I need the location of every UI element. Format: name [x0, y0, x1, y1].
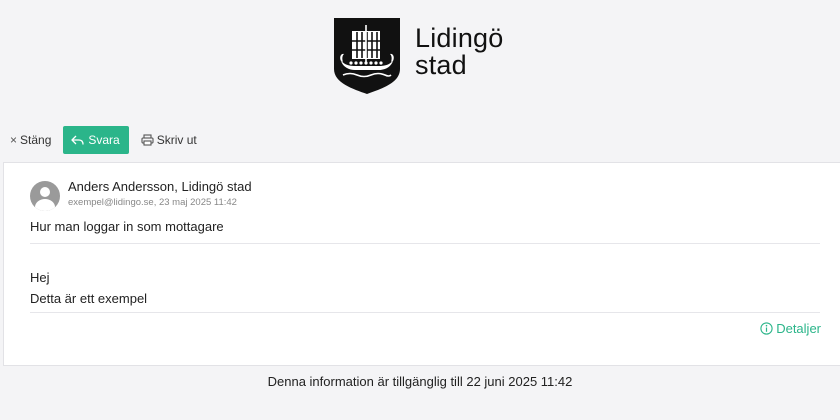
divider — [30, 312, 820, 313]
message-subject: Hur man loggar in som mottagare — [30, 219, 224, 234]
close-button[interactable]: × Stäng — [10, 126, 51, 154]
logo-line-2: stad — [415, 50, 467, 80]
availability-notice: Denna information är tillgänglig till 22… — [267, 374, 573, 389]
reply-button[interactable]: Svara — [63, 126, 129, 154]
printer-icon — [141, 134, 154, 146]
print-label: Skriv ut — [156, 133, 197, 147]
reply-icon — [71, 135, 85, 145]
info-icon — [760, 322, 773, 335]
close-label: Stäng — [20, 133, 52, 147]
message-body: Hej Detta är ett exempel — [30, 267, 147, 309]
header: Lidingö stad — [0, 0, 840, 110]
close-icon: × — [10, 133, 18, 147]
message-card: Anders Andersson, Lidingö stad exempel@l… — [3, 162, 840, 366]
viking-ship-shield-icon — [334, 18, 400, 94]
avatar — [30, 181, 60, 211]
message-body-line: Hej — [30, 270, 50, 285]
message-toolbar: × Stäng Svara Skriv ut — [0, 126, 840, 154]
logo-line-1: Lidingö — [415, 23, 504, 53]
details-label: Detaljer — [776, 321, 821, 336]
divider — [30, 243, 820, 244]
lidingo-logo: Lidingö stad — [333, 17, 503, 95]
sender-block: Anders Andersson, Lidingö stad exempel@l… — [30, 179, 252, 211]
sender-info: Anders Andersson, Lidingö stad exempel@l… — [68, 179, 252, 211]
sender-name: Anders Andersson, Lidingö stad — [68, 179, 252, 194]
print-button[interactable]: Skriv ut — [141, 126, 197, 154]
message-body-line: Detta är ett exempel — [30, 291, 148, 306]
details-link[interactable]: Detaljer — [760, 321, 821, 336]
reply-label: Svara — [88, 133, 120, 147]
sender-meta: exempel@lidingo.se, 23 maj 2025 11:42 — [68, 197, 237, 208]
logo-wordmark: Lidingö stad — [415, 25, 503, 79]
